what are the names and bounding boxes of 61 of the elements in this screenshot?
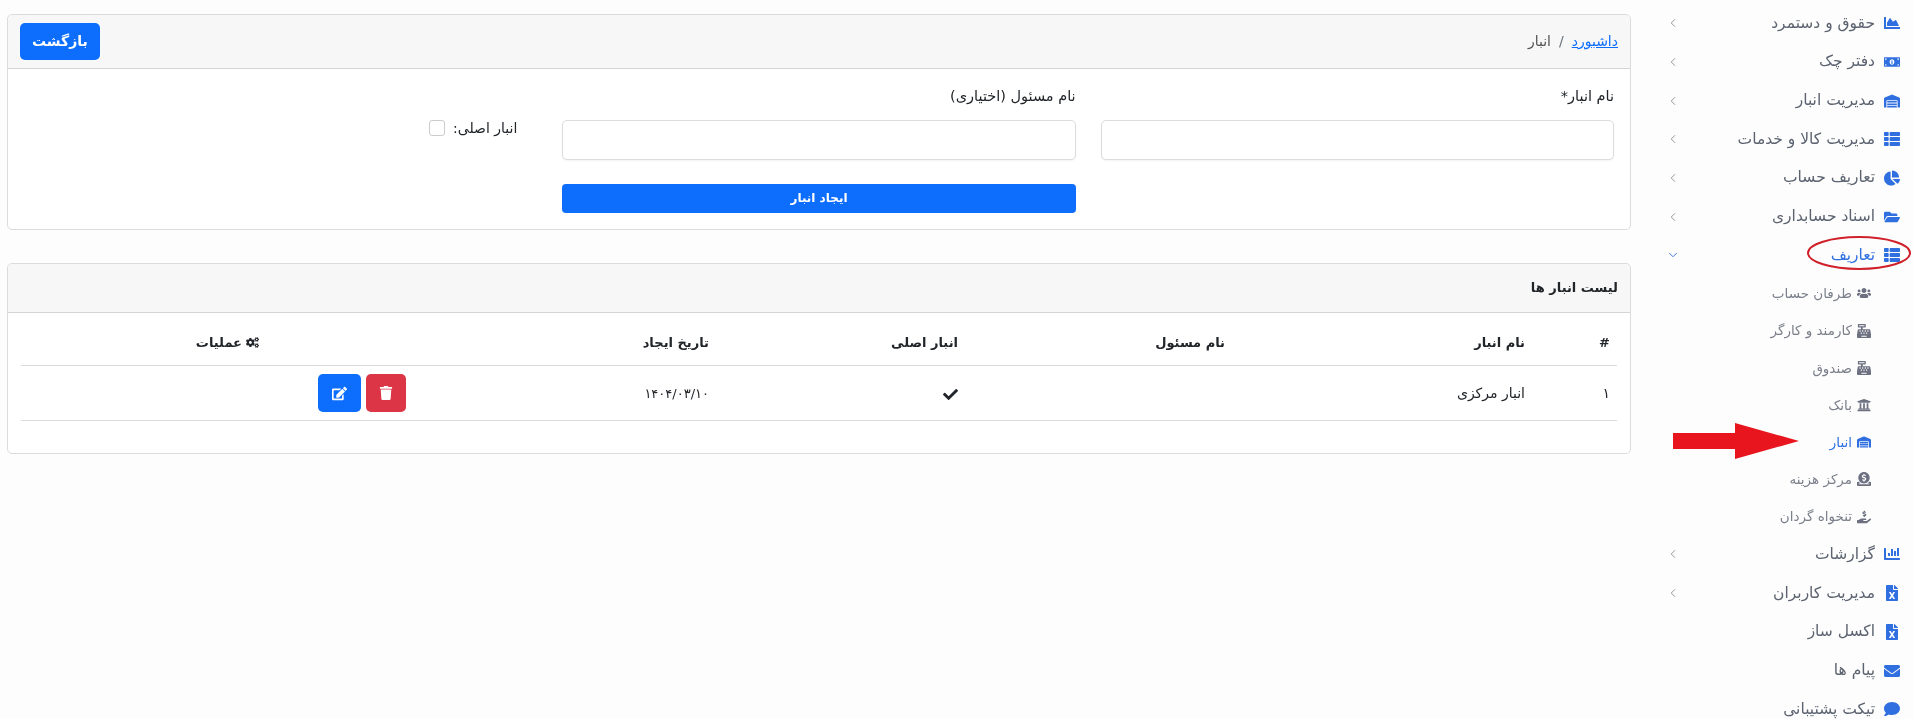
field-label: نام مسئول (اختیاری) (949, 87, 1076, 107)
sidebar-item[interactable]: مدیریت کاربران (1773, 581, 1875, 605)
trash-icon (379, 386, 393, 401)
sidebar-item[interactable]: اسناد حسابداری (1771, 205, 1875, 229)
sidebar-subitem[interactable]: مرکز هزینه (1789, 469, 1852, 490)
speech-bubble-icon (1884, 701, 1900, 718)
sidebar-item[interactable]: پیام ها (1833, 658, 1875, 683)
column-header: انبار اصلی (891, 334, 958, 350)
sidebar-item[interactable]: گزارشات (1814, 542, 1875, 567)
column-header: نام انبار (1474, 334, 1525, 350)
card-title: لیست انبار ها (1530, 279, 1618, 297)
column-header: # (1599, 334, 1610, 350)
gears-icon (246, 336, 259, 349)
sidebar-item[interactable]: مدیریت کالا و خدمات (1737, 127, 1875, 152)
bar-chart-icon (1884, 546, 1900, 563)
warehouse-icon (1884, 92, 1900, 109)
sidebar-item[interactable]: اکسل ساز (1807, 620, 1875, 644)
input-field[interactable] (1100, 119, 1614, 160)
back-button[interactable]: بازگشت (20, 23, 100, 60)
pie-chart-icon (1884, 170, 1900, 187)
edit-icon (332, 385, 347, 401)
cash-register-icon (1857, 323, 1871, 338)
spreadsheet-file-icon (1884, 623, 1900, 640)
input-field[interactable] (562, 119, 1076, 160)
list-icon (1884, 131, 1900, 148)
field-label: نام انبار* (1559, 87, 1614, 106)
warehouse-icon (1857, 435, 1871, 450)
sidebar-subitem[interactable]: انبار (1829, 432, 1852, 453)
column-header: نام مسئول (1155, 334, 1225, 350)
sidebar-item[interactable]: مدیریت انبار (1795, 89, 1875, 113)
main-warehouse-checkbox[interactable] (429, 120, 446, 136)
sidebar-item[interactable]: تیکت پشتیبانی (1783, 697, 1875, 719)
table-cell: ۱۴۰۴/۰۳/۱۰ (644, 385, 709, 401)
delete-button[interactable] (366, 374, 406, 413)
sidebar-subitem[interactable]: طرفان حساب (1771, 283, 1852, 304)
sidebar-item[interactable]: دفتر چک (1819, 50, 1875, 74)
breadcrumb-current: انبار (1527, 32, 1551, 51)
breadcrumb-separator: / (1558, 32, 1564, 51)
list-icon (1884, 247, 1900, 264)
users-icon (1857, 286, 1871, 301)
sidebar-subitem[interactable]: صندوق (1812, 357, 1852, 378)
sidebar-item[interactable]: حقوق و دستمرد (1771, 11, 1875, 35)
sidebar-subitem[interactable]: بانک (1828, 394, 1852, 416)
envelope-icon (1884, 662, 1900, 679)
sidebar-subitem[interactable]: کارمند و کارگر (1770, 320, 1852, 341)
edit-button[interactable] (318, 374, 361, 413)
breadcrumb-link[interactable]: داشبورد (1571, 31, 1618, 52)
column-header: عملیات (195, 333, 242, 352)
create-warehouse-button[interactable]: ایجاد انبار (562, 183, 1076, 213)
table-cell: انبار مرکزی (1456, 384, 1525, 401)
table-cell: ۱ (1602, 384, 1610, 401)
coin-icon (1857, 472, 1871, 487)
sidebar-item[interactable]: تعاریف حساب (1783, 166, 1875, 190)
hand-coin-icon (1857, 509, 1871, 524)
spreadsheet-file-icon (1884, 585, 1900, 602)
sidebar-subitem[interactable]: تنخواه گردان (1779, 506, 1852, 527)
column-header: تاریخ ایجاد (642, 334, 709, 350)
bank-icon (1857, 397, 1871, 412)
cash-register-icon (1857, 360, 1871, 375)
checkbox-label: انبار اصلی: (453, 119, 518, 139)
area-chart-icon (1884, 15, 1900, 32)
